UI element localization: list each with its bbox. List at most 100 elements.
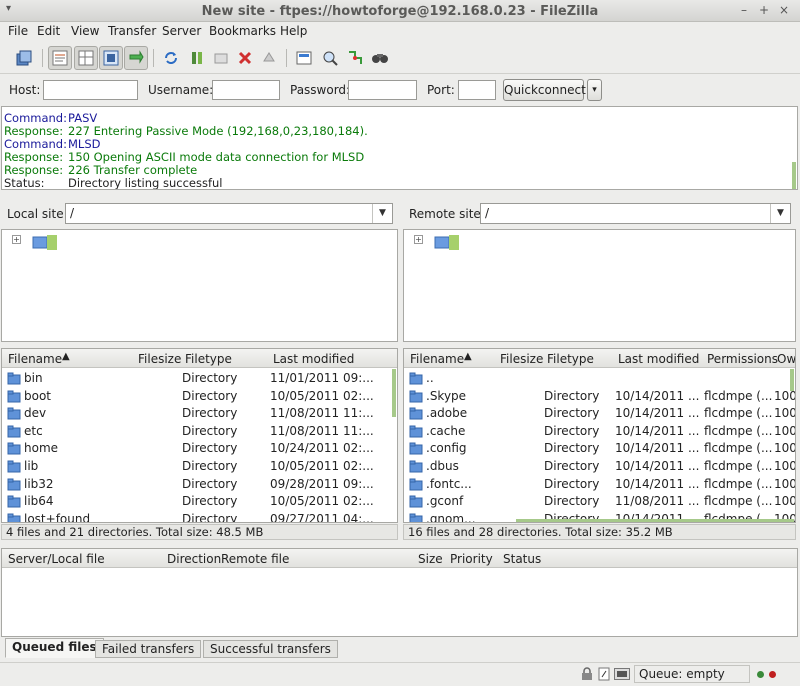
table-row[interactable]: .dbus Directory 10/14/2011 ... flcdmpe (...… [404,457,795,475]
table-row[interactable]: .fontc... Directory 10/14/2011 ... flcdmpe … [404,475,795,493]
table-row[interactable]: boot Directory 10/05/2011 02:... [2,387,397,405]
cancel-operation-icon[interactable] [209,46,233,70]
transfer-queue[interactable]: Server/Local file Direction Remote file … [1,548,798,637]
search-icon[interactable] [368,46,392,70]
column-filename[interactable]: Filename [410,352,464,366]
folder-icon[interactable] [434,233,460,254]
chevron-down-icon[interactable]: ▼ [372,204,392,223]
quickconnect-history-button[interactable]: ▾ [587,79,602,101]
menu-transfer[interactable]: Transfer [108,24,156,38]
remote-directory-tree[interactable]: + [403,229,796,342]
remote-list-scrollbar[interactable] [790,369,794,391]
table-row[interactable]: .config Directory 10/14/2011 ... flcdmpe (.… [404,439,795,457]
tab-failed-transfers[interactable]: Failed transfers [95,640,202,658]
table-row[interactable]: .cache Directory 10/14/2011 ... flcdmpe (..… [404,422,795,440]
password-input[interactable] [348,80,417,100]
maximize-button[interactable]: + [757,3,771,17]
local-path-combo[interactable]: / ▼ [65,203,393,224]
toggle-queue-icon[interactable] [124,46,148,70]
column-filetype[interactable]: Filetype [547,352,594,366]
column-status[interactable]: Status [503,552,541,566]
process-queue-icon[interactable] [185,46,209,70]
quickconnect-bar: Host: Username: Password: Port: Quickcon… [0,76,800,104]
table-row[interactable]: dev Directory 11/08/2011 11:... [2,404,397,422]
tab-queued-files[interactable]: Queued files [5,638,104,658]
table-row[interactable]: .gconf Directory 11/08/2011 ... flcdmpe (..… [404,492,795,510]
column-filesize[interactable]: Filesize [138,352,181,366]
message-log[interactable]: Command:PASV Response: 227 Entering Passi… [1,106,798,190]
host-input[interactable] [43,80,138,100]
close-button[interactable]: × [777,3,791,17]
folder-icon [7,460,21,476]
log-scrollbar[interactable] [792,162,796,189]
file-modified: 11/01/2011 09:... [270,371,374,385]
column-remote-file[interactable]: Remote file [221,552,289,566]
file-type: Directory [544,423,600,438]
expand-icon[interactable]: + [12,235,21,244]
file-type: Directory [182,371,238,385]
chevron-down-icon[interactable]: ▼ [770,204,790,223]
file-modified: 10/14/2011 ... [615,388,700,403]
remote-file-list[interactable]: Filename ▲ Filesize Filetype Last modifi… [403,348,796,523]
table-row[interactable]: bin Directory 11/01/2011 09:... [2,369,397,387]
file-owner: 100 [774,459,796,473]
column-filesize[interactable]: Filesize [500,352,543,366]
column-size[interactable]: Size [418,552,443,566]
speed-limit-icon[interactable] [598,667,610,684]
disconnect-icon[interactable] [233,46,257,70]
expand-icon[interactable]: + [414,235,423,244]
port-input[interactable] [458,80,496,100]
toggle-remote-tree-icon[interactable] [99,46,123,70]
table-row[interactable]: lost+found Directory 09/27/2011 04:... [2,510,397,522]
column-last-modified[interactable]: Last modified [273,352,354,366]
folder-icon [7,372,21,388]
folder-icon [409,513,423,522]
column-filetype[interactable]: Filetype [185,352,232,366]
column-last-modified[interactable]: Last modified [618,352,699,366]
menu-file[interactable]: File [8,24,28,38]
toggle-log-icon[interactable] [48,46,72,70]
menu-edit[interactable]: Edit [37,24,60,38]
table-row[interactable]: .adobe Directory 10/14/2011 ... flcdmpe (..… [404,404,795,422]
local-list-scrollbar[interactable] [392,369,396,417]
remote-path-combo[interactable]: / ▼ [480,203,791,224]
sync-browse-icon[interactable] [343,46,367,70]
binary-mode-icon[interactable] [614,668,630,683]
remote-list-hscrollbar[interactable] [516,519,794,522]
column-priority[interactable]: Priority [450,552,493,566]
table-row[interactable]: lib64 Directory 10/05/2011 02:... [2,492,397,510]
menu-help[interactable]: Help [280,24,307,38]
table-row[interactable]: lib Directory 10/05/2011 02:... [2,457,397,475]
table-row[interactable]: lib32 Directory 09/28/2011 09:... [2,475,397,493]
file-name: .gnom... [426,511,476,523]
toggle-local-tree-icon[interactable] [74,46,98,70]
table-row[interactable]: etc Directory 11/08/2011 11:... [2,422,397,440]
column-permissions[interactable]: Permissions [707,352,778,366]
table-row[interactable]: home Directory 10/24/2011 02:... [2,439,397,457]
quickconnect-button[interactable]: Quickconnect [503,79,586,101]
file-type: Directory [544,494,600,509]
remote-list-header: Filename ▲ Filesize Filetype Last modifi… [404,349,795,368]
minimize-button[interactable]: – [737,3,751,17]
compare-icon[interactable] [318,46,342,70]
username-input[interactable] [212,80,280,100]
table-row[interactable]: .. [404,369,795,387]
menu-bookmarks[interactable]: Bookmarks [209,24,276,38]
site-manager-icon[interactable] [12,46,36,70]
refresh-icon[interactable] [159,46,183,70]
folder-icon [409,460,423,476]
column-direction[interactable]: Direction [167,552,221,566]
folder-icon[interactable] [32,233,58,254]
tab-successful-transfers[interactable]: Successful transfers [203,640,338,658]
column-server-local-file[interactable]: Server/Local file [8,552,105,566]
table-row[interactable]: .Skype Directory 10/14/2011 ... flcdmpe (..… [404,387,795,405]
local-file-list[interactable]: Filename ▲ Filesize Filetype Last modifi… [1,348,398,523]
menu-view[interactable]: View [71,24,99,38]
column-owner[interactable]: Ow [777,352,795,366]
reconnect-icon[interactable] [257,46,281,70]
column-filename[interactable]: Filename [8,352,62,366]
filter-icon[interactable] [292,46,316,70]
folder-icon [7,513,21,522]
menu-server[interactable]: Server [162,24,201,38]
local-directory-tree[interactable]: + [1,229,398,342]
